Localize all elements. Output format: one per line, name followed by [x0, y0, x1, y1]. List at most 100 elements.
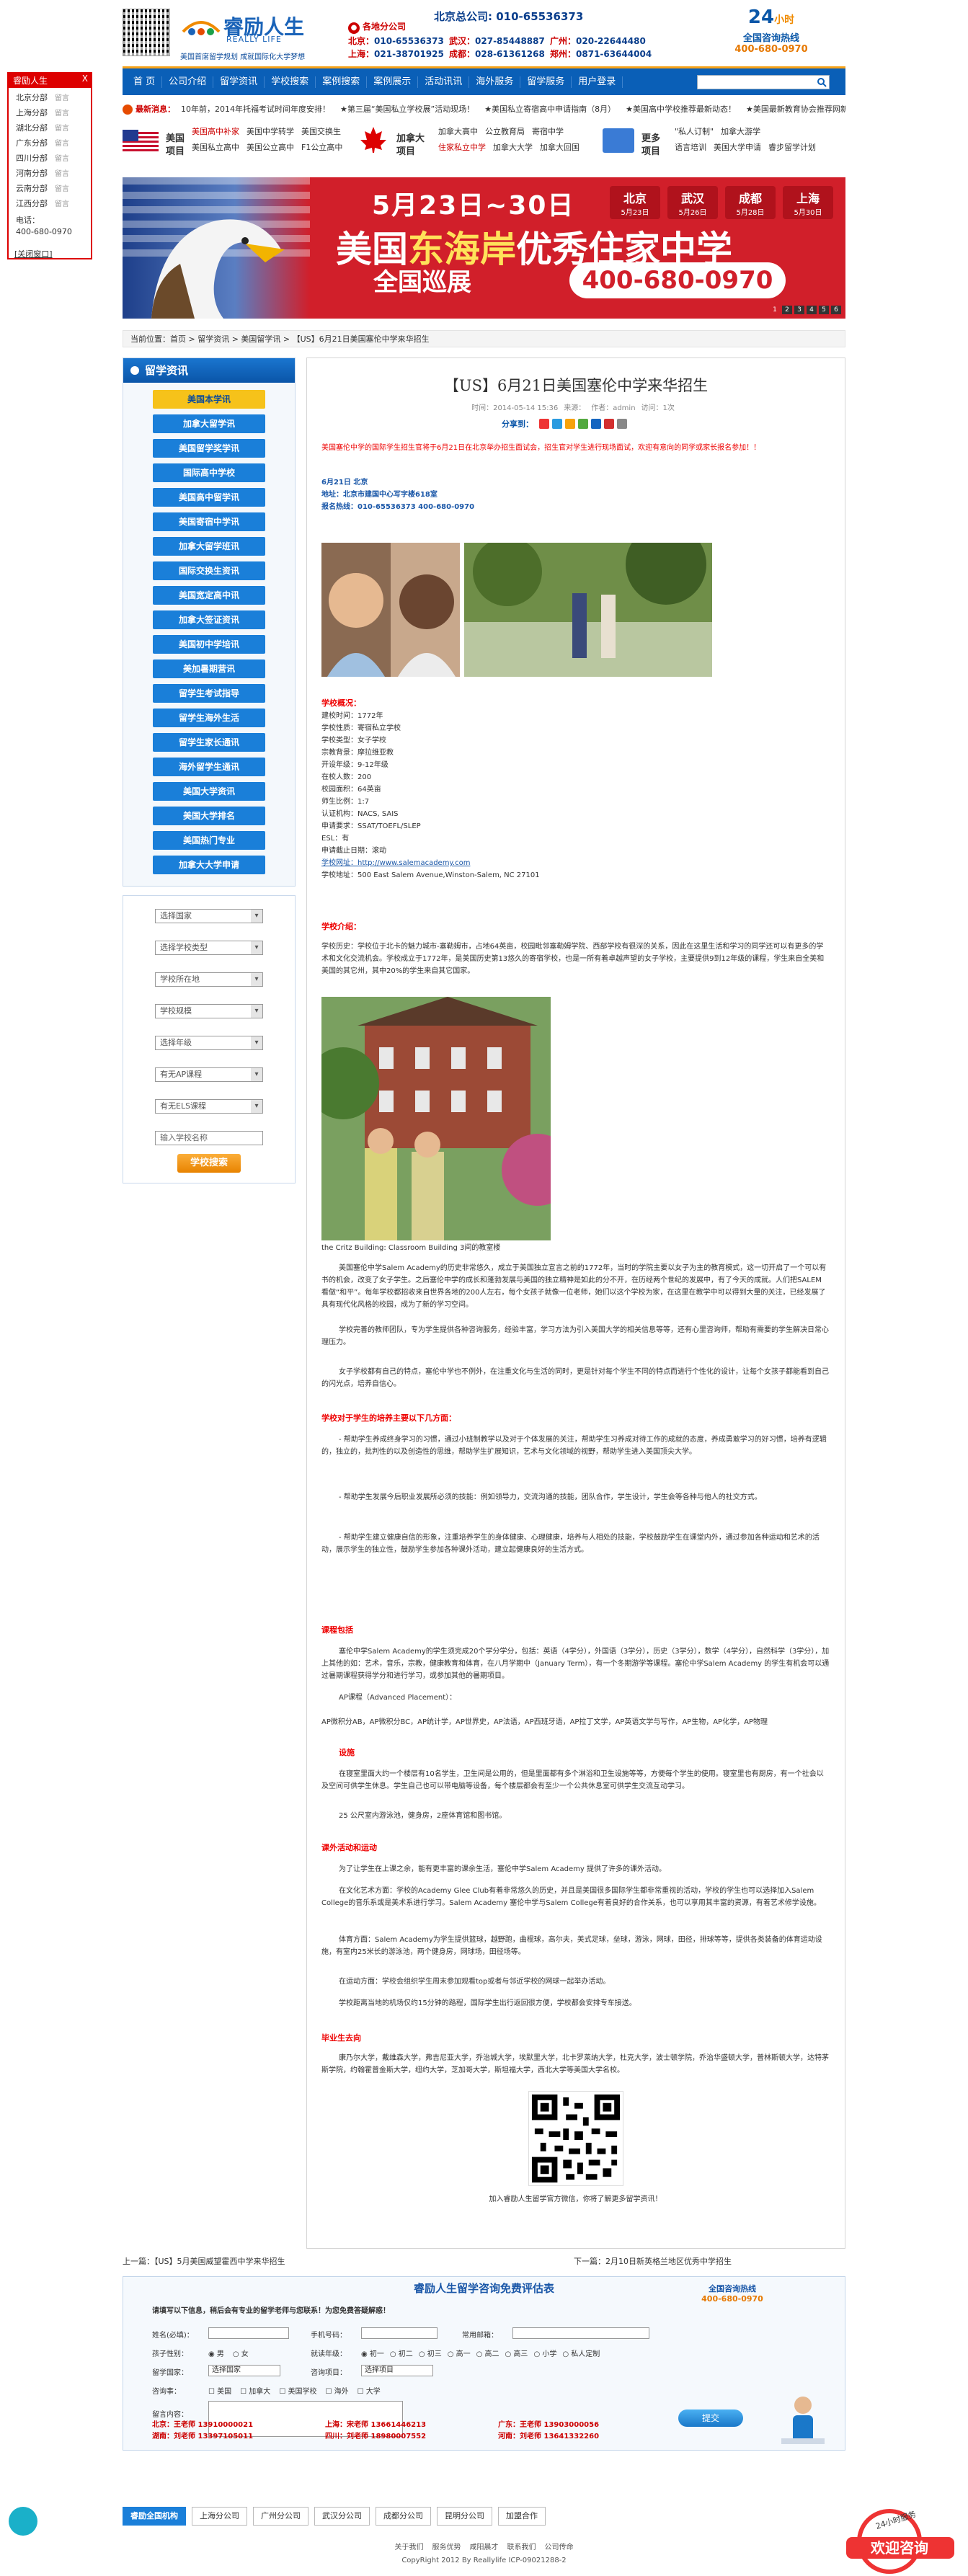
search-input[interactable] [697, 75, 830, 89]
grade-radio[interactable]: ○ 初三 [419, 2350, 442, 2358]
share-qzone-icon[interactable] [552, 419, 562, 429]
next-article-link[interactable]: 下一篇：2月10日新英格兰地区优秀中学招生 [574, 2254, 732, 2270]
sidebar-item[interactable]: 加拿大留学班讯 [153, 537, 265, 556]
banner-dot[interactable]: 1 [770, 306, 780, 314]
share-douban-icon[interactable] [604, 419, 614, 429]
sidebar-item[interactable]: 美国大学排名 [153, 807, 265, 825]
grade-radio[interactable]: ○ 初二 [390, 2350, 413, 2358]
float-branch-item[interactable]: 湖北分部 留言 [16, 121, 84, 136]
project-link[interactable]: F1公立高中 [301, 140, 342, 156]
project-link[interactable]: 美国中学转学 [247, 124, 294, 140]
project-link[interactable]: 寄宿中学 [532, 124, 564, 140]
school-name-input[interactable]: 输入学校名称 [155, 1131, 263, 1145]
filter-select[interactable]: 选择学校类型 [155, 941, 263, 955]
filter-select[interactable]: 有无ELS课程 [155, 1099, 263, 1114]
nav-item[interactable]: 活动讯讯 [418, 76, 470, 88]
sidebar-item[interactable]: 加拿大大学申请 [153, 856, 265, 874]
branch-message-link[interactable]: 留言 [55, 94, 69, 102]
grade-radio[interactable]: ○ 高三 [505, 2350, 528, 2358]
sidebar-item[interactable]: 加拿大留学讯 [153, 414, 265, 433]
office-link[interactable]: 广州分公司 [253, 2507, 308, 2526]
ticker-item[interactable]: ★美国最新教育协会推荐网新闻 [746, 105, 845, 114]
topic-checkbox[interactable]: ☐ 加拿大 [240, 2388, 270, 2396]
banner-dot[interactable]: 2 [782, 306, 792, 314]
project-link[interactable]: 加拿大回国 [540, 140, 580, 156]
country-select[interactable]: 选择国家 [208, 2365, 280, 2376]
ticker-item[interactable]: 10年前，2014年托福考试时间年度安排！ [181, 105, 330, 114]
branch-message-link[interactable]: 留言 [55, 155, 69, 163]
branch-label[interactable]: ● 各地分公司 [348, 20, 406, 34]
site-logo[interactable]: 睿励人生 REALLY LIFE 美国首席留学规划 成就国际化大学梦想 [180, 7, 324, 61]
project-link[interactable]: 美国大学申请 [714, 140, 761, 156]
banner-dot[interactable]: 3 [794, 306, 804, 314]
branch-message-link[interactable]: 留言 [55, 185, 69, 193]
gender-options[interactable]: ◉ 男 ○ 女 [208, 2348, 257, 2358]
office-link[interactable]: 武汉分公司 [314, 2507, 370, 2526]
email-input[interactable] [512, 2327, 649, 2339]
office-link[interactable]: 昆明分公司 [437, 2507, 492, 2526]
float-branch-item[interactable]: 上海分部 留言 [16, 106, 84, 121]
share-renren-icon[interactable] [591, 419, 601, 429]
nav-item[interactable]: 用户登录 [572, 76, 623, 88]
topic-checkboxes[interactable]: ☐ 美国 ☐ 加拿大 ☐ 美国学校 ☐ 海外 ☐ 大学 [208, 2385, 389, 2396]
prev-article-link[interactable]: 上一篇：【US】5月美国威望霍西中学来华招生 [123, 2254, 285, 2270]
share-qq-icon[interactable] [565, 419, 575, 429]
project-link[interactable]: 美国公立高中 [247, 140, 294, 156]
footer-link[interactable]: 服务优势 [432, 2544, 461, 2551]
nav-item[interactable]: 留学资讯 [213, 76, 265, 88]
office-link[interactable]: 睿励全国机构 [123, 2507, 186, 2526]
branch-message-link[interactable]: 留言 [55, 170, 69, 178]
float-close-link[interactable]: [关闭窗口] [14, 248, 53, 259]
sidebar-item[interactable]: 美国宽定高中讯 [153, 586, 265, 605]
float-branch-item[interactable]: 河南分部 留言 [16, 166, 84, 182]
office-link[interactable]: 上海分公司 [192, 2507, 247, 2526]
name-input[interactable] [208, 2327, 289, 2339]
float-branch-item[interactable]: 广东分部 留言 [16, 136, 84, 151]
branch-message-link[interactable]: 留言 [55, 140, 69, 148]
sidebar-item[interactable]: 留学生家长通讯 [153, 733, 265, 752]
footer-link[interactable]: 咸阳晨才 [470, 2544, 499, 2551]
topic-checkbox[interactable]: ☐ 大学 [358, 2388, 381, 2396]
nav-item[interactable]: 学校搜索 [265, 76, 316, 88]
footer-link[interactable]: 联系我们 [507, 2544, 536, 2551]
banner-dot[interactable]: 5 [819, 306, 829, 314]
project-link[interactable]: 美国交换生 [301, 124, 341, 140]
grade-radio[interactable]: ◉ 初一 [361, 2350, 384, 2358]
footer-link[interactable]: 公司传命 [545, 2544, 574, 2551]
sidebar-item[interactable]: 美加暑期营讯 [153, 659, 265, 678]
project-link[interactable]: 加拿大游学 [721, 124, 760, 140]
share-wechat-icon[interactable] [578, 419, 588, 429]
gender-radio[interactable]: ○ 女 [233, 2350, 249, 2358]
sidebar-item[interactable]: 留学生海外生活 [153, 709, 265, 727]
share-weibo-icon[interactable] [539, 419, 549, 429]
grade-radio[interactable]: ○ 高一 [448, 2350, 471, 2358]
project-link[interactable]: 美国高中补家 [192, 124, 239, 140]
filter-select[interactable]: 选择国家 [155, 909, 263, 923]
project-link[interactable]: 加拿大高中 [438, 124, 478, 140]
sidebar-item[interactable]: 美国热门专业 [153, 831, 265, 850]
office-link[interactable]: 成都分公司 [376, 2507, 431, 2526]
filter-select[interactable]: 有无AP课程 [155, 1067, 263, 1082]
footer-link[interactable]: 关于我们 [395, 2544, 424, 2551]
sidebar-item[interactable]: 海外留学生通讯 [153, 758, 265, 776]
sidebar-item[interactable]: 美国初中学培讯 [153, 635, 265, 654]
chat-icon[interactable] [9, 2507, 37, 2536]
ticker-item[interactable]: ★美国私立寄宿高中申请指南（8月） [484, 105, 616, 114]
nav-item[interactable]: 首 页 [127, 76, 163, 88]
promo-banner[interactable]: 5月23日~30日 美国东海岸优秀住家中学 全国巡展 400-680-0970 … [123, 177, 845, 319]
school-search-button[interactable]: 学校搜索 [177, 1154, 241, 1173]
ticker-item[interactable]: ★第三届“美国私立学校展”活动现场！ [340, 105, 474, 114]
sidebar-item[interactable]: 国际交换生资讯 [153, 561, 265, 580]
branch-message-link[interactable]: 留言 [55, 110, 69, 117]
breadcrumb[interactable]: 当前位置：首页 > 留学资讯 > 美国留学讯 > 【US】6月21日美国塞伦中学… [123, 330, 845, 347]
filter-select[interactable]: 学校规模 [155, 1004, 263, 1018]
nav-item[interactable]: 公司介绍 [162, 76, 214, 88]
ticker-item[interactable]: ★美国高中学校推荐最新动态！ [626, 105, 736, 114]
gender-radio[interactable]: ◉ 男 [208, 2350, 224, 2358]
branch-message-link[interactable]: 留言 [55, 200, 69, 208]
grade-radio[interactable]: ○ 小学 [533, 2350, 556, 2358]
school-website-link[interactable]: 学校网址：http://www.salemacademy.com [321, 857, 830, 869]
project-link[interactable]: 语言培训 [675, 140, 706, 156]
sidebar-item[interactable]: 加拿大签证资讯 [153, 610, 265, 629]
filter-select[interactable]: 选择年级 [155, 1036, 263, 1050]
